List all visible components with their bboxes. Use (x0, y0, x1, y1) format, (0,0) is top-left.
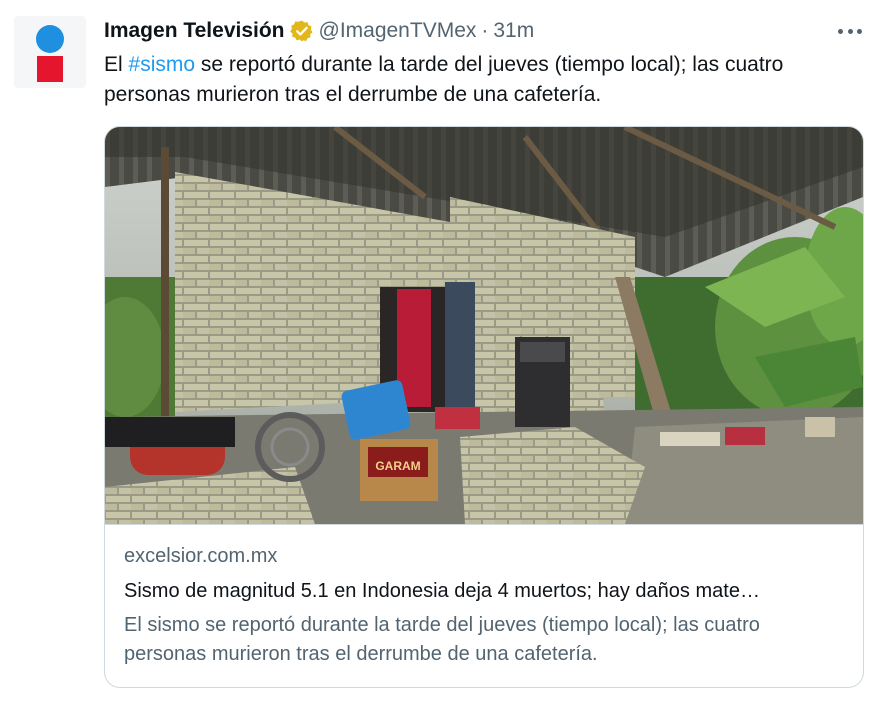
tweet-header: Imagen Televisión @ImagenTVMex · 31m (104, 16, 534, 46)
verified-badge-icon[interactable] (289, 19, 314, 43)
card-domain: excelsior.com.mx (124, 545, 278, 567)
card-title: Sismo de magnitud 5.1 en Indonesia deja … (124, 580, 760, 602)
more-dot (838, 28, 843, 34)
more-dot (847, 28, 853, 34)
tweet-text: El #sismo se reportó durante la tarde de… (104, 50, 874, 110)
separator-dot: · (481, 19, 489, 42)
avatar[interactable] (14, 16, 86, 88)
box-label-text: GARAM (375, 459, 420, 473)
card-description: El sismo se reportó durante la tarde del… (124, 614, 760, 665)
avatar-logo-square (37, 56, 63, 82)
more-dot (857, 28, 862, 34)
more-options-icon[interactable] (834, 18, 866, 44)
tweet-timestamp[interactable]: 31m (493, 19, 534, 43)
link-preview-card[interactable]: GARAM excelsior.com.mx Sismo de magnitud… (104, 126, 864, 688)
author-name[interactable]: Imagen Televisión (104, 19, 285, 43)
card-info[interactable]: excelsior.com.mx Sismo de magnitud 5.1 e… (105, 524, 863, 687)
article-photo[interactable]: GARAM (105, 127, 863, 524)
tweet-text-after: se reportó durante la tarde del jueves (… (104, 53, 784, 106)
avatar-logo-circle (36, 25, 64, 53)
tweet-text-before: El (104, 53, 129, 76)
author-handle[interactable]: @ImagenTVMex (319, 19, 477, 43)
hashtag-link[interactable]: #sismo (129, 53, 196, 76)
